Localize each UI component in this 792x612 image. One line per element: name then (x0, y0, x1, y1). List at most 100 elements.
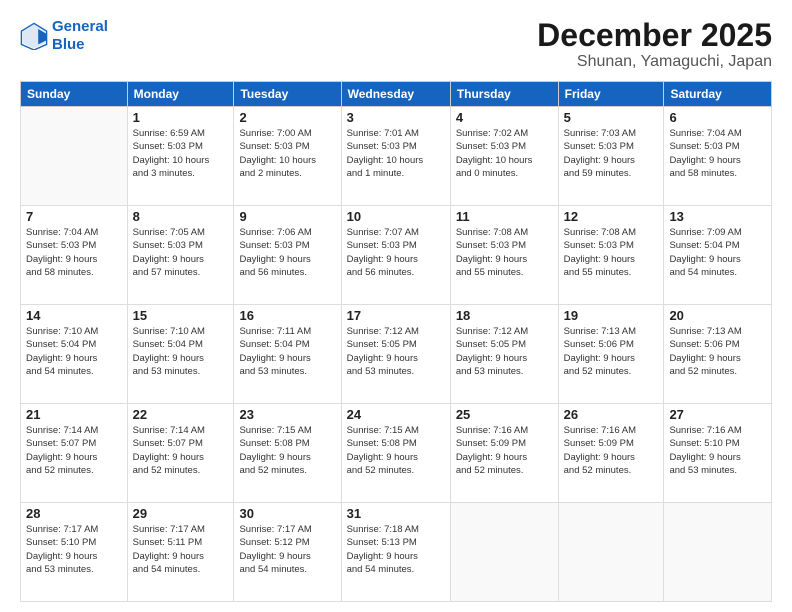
day-number: 13 (669, 209, 766, 224)
day-number: 7 (26, 209, 122, 224)
calendar-header: SundayMondayTuesdayWednesdayThursdayFrid… (21, 82, 772, 107)
day-cell: 5Sunrise: 7:03 AM Sunset: 5:03 PM Daylig… (558, 107, 664, 206)
day-info: Sunrise: 7:14 AM Sunset: 5:07 PM Dayligh… (26, 424, 122, 477)
day-info: Sunrise: 7:18 AM Sunset: 5:13 PM Dayligh… (347, 523, 445, 576)
day-cell: 31 Sunrise: 7:18 AM Sunset: 5:13 PM Dayli… (341, 503, 450, 602)
logo-text: General Blue (52, 18, 108, 54)
day-info: Sunrise: 7:01 AM Sunset: 5:03 PM Dayligh… (347, 127, 445, 180)
day-info: Sunrise: 7:08 AM Sunset: 5:03 PM Dayligh… (456, 226, 553, 279)
weekday-header-friday: Friday (558, 82, 664, 107)
day-cell: 27Sunrise: 7:16 AM Sunset: 5:10 PM Dayli… (664, 404, 772, 503)
day-cell: 20 Sunrise: 7:13 AM Sunset: 5:06 PM Dayli… (664, 305, 772, 404)
calendar: SundayMondayTuesdayWednesdayThursdayFrid… (20, 81, 772, 602)
day-info: Sunrise: 7:00 AM Sunset: 5:03 PM Dayligh… (239, 127, 335, 180)
day-number: 21 (26, 407, 122, 422)
day-info: Sunrise: 7:17 AM Sunset: 5:10 PM Dayligh… (26, 523, 122, 576)
logo-icon (20, 22, 48, 50)
day-cell (21, 107, 128, 206)
day-number: 10 (347, 209, 445, 224)
day-info: Sunrise: 7:12 AM Sunset: 5:05 PM Dayligh… (347, 325, 445, 378)
week-row-1: 1Sunrise: 6:59 AM Sunset: 5:03 PM Daylig… (21, 107, 772, 206)
day-number: 22 (133, 407, 229, 422)
day-cell: 25 Sunrise: 7:16 AM Sunset: 5:09 PM Dayli… (450, 404, 558, 503)
weekday-row: SundayMondayTuesdayWednesdayThursdayFrid… (21, 82, 772, 107)
weekday-header-wednesday: Wednesday (341, 82, 450, 107)
week-row-2: 7 Sunrise: 7:04 AM Sunset: 5:03 PM Daylig… (21, 206, 772, 305)
day-info: Sunrise: 7:17 AM Sunset: 5:12 PM Dayligh… (239, 523, 335, 576)
day-number: 11 (456, 209, 553, 224)
day-info: Sunrise: 7:10 AM Sunset: 5:04 PM Dayligh… (133, 325, 229, 378)
day-info: Sunrise: 7:07 AM Sunset: 5:03 PM Dayligh… (347, 226, 445, 279)
day-cell: 12 Sunrise: 7:08 AM Sunset: 5:03 PM Dayli… (558, 206, 664, 305)
day-cell (450, 503, 558, 602)
day-cell: 23 Sunrise: 7:15 AM Sunset: 5:08 PM Dayli… (234, 404, 341, 503)
page: General Blue December 2025 Shunan, Yamag… (0, 0, 792, 612)
weekday-header-saturday: Saturday (664, 82, 772, 107)
day-cell: 21 Sunrise: 7:14 AM Sunset: 5:07 PM Dayli… (21, 404, 128, 503)
day-info: Sunrise: 6:59 AM Sunset: 5:03 PM Dayligh… (133, 127, 229, 180)
day-number: 19 (564, 308, 659, 323)
day-cell: 30Sunrise: 7:17 AM Sunset: 5:12 PM Dayli… (234, 503, 341, 602)
day-info: Sunrise: 7:17 AM Sunset: 5:11 PM Dayligh… (133, 523, 229, 576)
day-number: 25 (456, 407, 553, 422)
day-number: 9 (239, 209, 335, 224)
day-number: 14 (26, 308, 122, 323)
day-info: Sunrise: 7:13 AM Sunset: 5:06 PM Dayligh… (669, 325, 766, 378)
day-info: Sunrise: 7:16 AM Sunset: 5:09 PM Dayligh… (456, 424, 553, 477)
day-cell: 11 Sunrise: 7:08 AM Sunset: 5:03 PM Dayli… (450, 206, 558, 305)
day-cell: 8 Sunrise: 7:05 AM Sunset: 5:03 PM Daylig… (127, 206, 234, 305)
day-number: 4 (456, 110, 553, 125)
logo-blue: Blue (52, 36, 85, 53)
day-number: 12 (564, 209, 659, 224)
day-cell: 16Sunrise: 7:11 AM Sunset: 5:04 PM Dayli… (234, 305, 341, 404)
calendar-body: 1Sunrise: 6:59 AM Sunset: 5:03 PM Daylig… (21, 107, 772, 602)
day-info: Sunrise: 7:02 AM Sunset: 5:03 PM Dayligh… (456, 127, 553, 180)
day-number: 8 (133, 209, 229, 224)
day-number: 26 (564, 407, 659, 422)
day-cell: 13Sunrise: 7:09 AM Sunset: 5:04 PM Dayli… (664, 206, 772, 305)
day-number: 29 (133, 506, 229, 521)
day-info: Sunrise: 7:15 AM Sunset: 5:08 PM Dayligh… (239, 424, 335, 477)
day-cell: 29 Sunrise: 7:17 AM Sunset: 5:11 PM Dayli… (127, 503, 234, 602)
day-number: 17 (347, 308, 445, 323)
day-number: 24 (347, 407, 445, 422)
day-number: 2 (239, 110, 335, 125)
day-cell: 4 Sunrise: 7:02 AM Sunset: 5:03 PM Daylig… (450, 107, 558, 206)
weekday-header-monday: Monday (127, 82, 234, 107)
day-number: 23 (239, 407, 335, 422)
day-cell: 6Sunrise: 7:04 AM Sunset: 5:03 PM Daylig… (664, 107, 772, 206)
day-number: 15 (133, 308, 229, 323)
day-cell: 26Sunrise: 7:16 AM Sunset: 5:09 PM Dayli… (558, 404, 664, 503)
title-block: December 2025 Shunan, Yamaguchi, Japan (537, 18, 772, 71)
day-info: Sunrise: 7:05 AM Sunset: 5:03 PM Dayligh… (133, 226, 229, 279)
day-cell: 19Sunrise: 7:13 AM Sunset: 5:06 PM Dayli… (558, 305, 664, 404)
day-cell: 10 Sunrise: 7:07 AM Sunset: 5:03 PM Dayli… (341, 206, 450, 305)
day-info: Sunrise: 7:08 AM Sunset: 5:03 PM Dayligh… (564, 226, 659, 279)
week-row-5: 28 Sunrise: 7:17 AM Sunset: 5:10 PM Dayli… (21, 503, 772, 602)
day-cell: 22 Sunrise: 7:14 AM Sunset: 5:07 PM Dayli… (127, 404, 234, 503)
day-number: 6 (669, 110, 766, 125)
day-cell: 1Sunrise: 6:59 AM Sunset: 5:03 PM Daylig… (127, 107, 234, 206)
day-number: 20 (669, 308, 766, 323)
day-info: Sunrise: 7:12 AM Sunset: 5:05 PM Dayligh… (456, 325, 553, 378)
day-info: Sunrise: 7:14 AM Sunset: 5:07 PM Dayligh… (133, 424, 229, 477)
day-info: Sunrise: 7:15 AM Sunset: 5:08 PM Dayligh… (347, 424, 445, 477)
day-info: Sunrise: 7:04 AM Sunset: 5:03 PM Dayligh… (26, 226, 122, 279)
day-info: Sunrise: 7:10 AM Sunset: 5:04 PM Dayligh… (26, 325, 122, 378)
day-cell: 18 Sunrise: 7:12 AM Sunset: 5:05 PM Dayli… (450, 305, 558, 404)
day-cell (664, 503, 772, 602)
week-row-4: 21 Sunrise: 7:14 AM Sunset: 5:07 PM Dayli… (21, 404, 772, 503)
week-row-3: 14 Sunrise: 7:10 AM Sunset: 5:04 PM Dayli… (21, 305, 772, 404)
logo: General Blue (20, 18, 108, 54)
day-number: 3 (347, 110, 445, 125)
day-info: Sunrise: 7:06 AM Sunset: 5:03 PM Dayligh… (239, 226, 335, 279)
day-cell (558, 503, 664, 602)
day-number: 18 (456, 308, 553, 323)
day-cell: 3 Sunrise: 7:01 AM Sunset: 5:03 PM Daylig… (341, 107, 450, 206)
weekday-header-sunday: Sunday (21, 82, 128, 107)
day-number: 28 (26, 506, 122, 521)
weekday-header-tuesday: Tuesday (234, 82, 341, 107)
day-number: 31 (347, 506, 445, 521)
day-cell: 17 Sunrise: 7:12 AM Sunset: 5:05 PM Dayli… (341, 305, 450, 404)
day-number: 5 (564, 110, 659, 125)
